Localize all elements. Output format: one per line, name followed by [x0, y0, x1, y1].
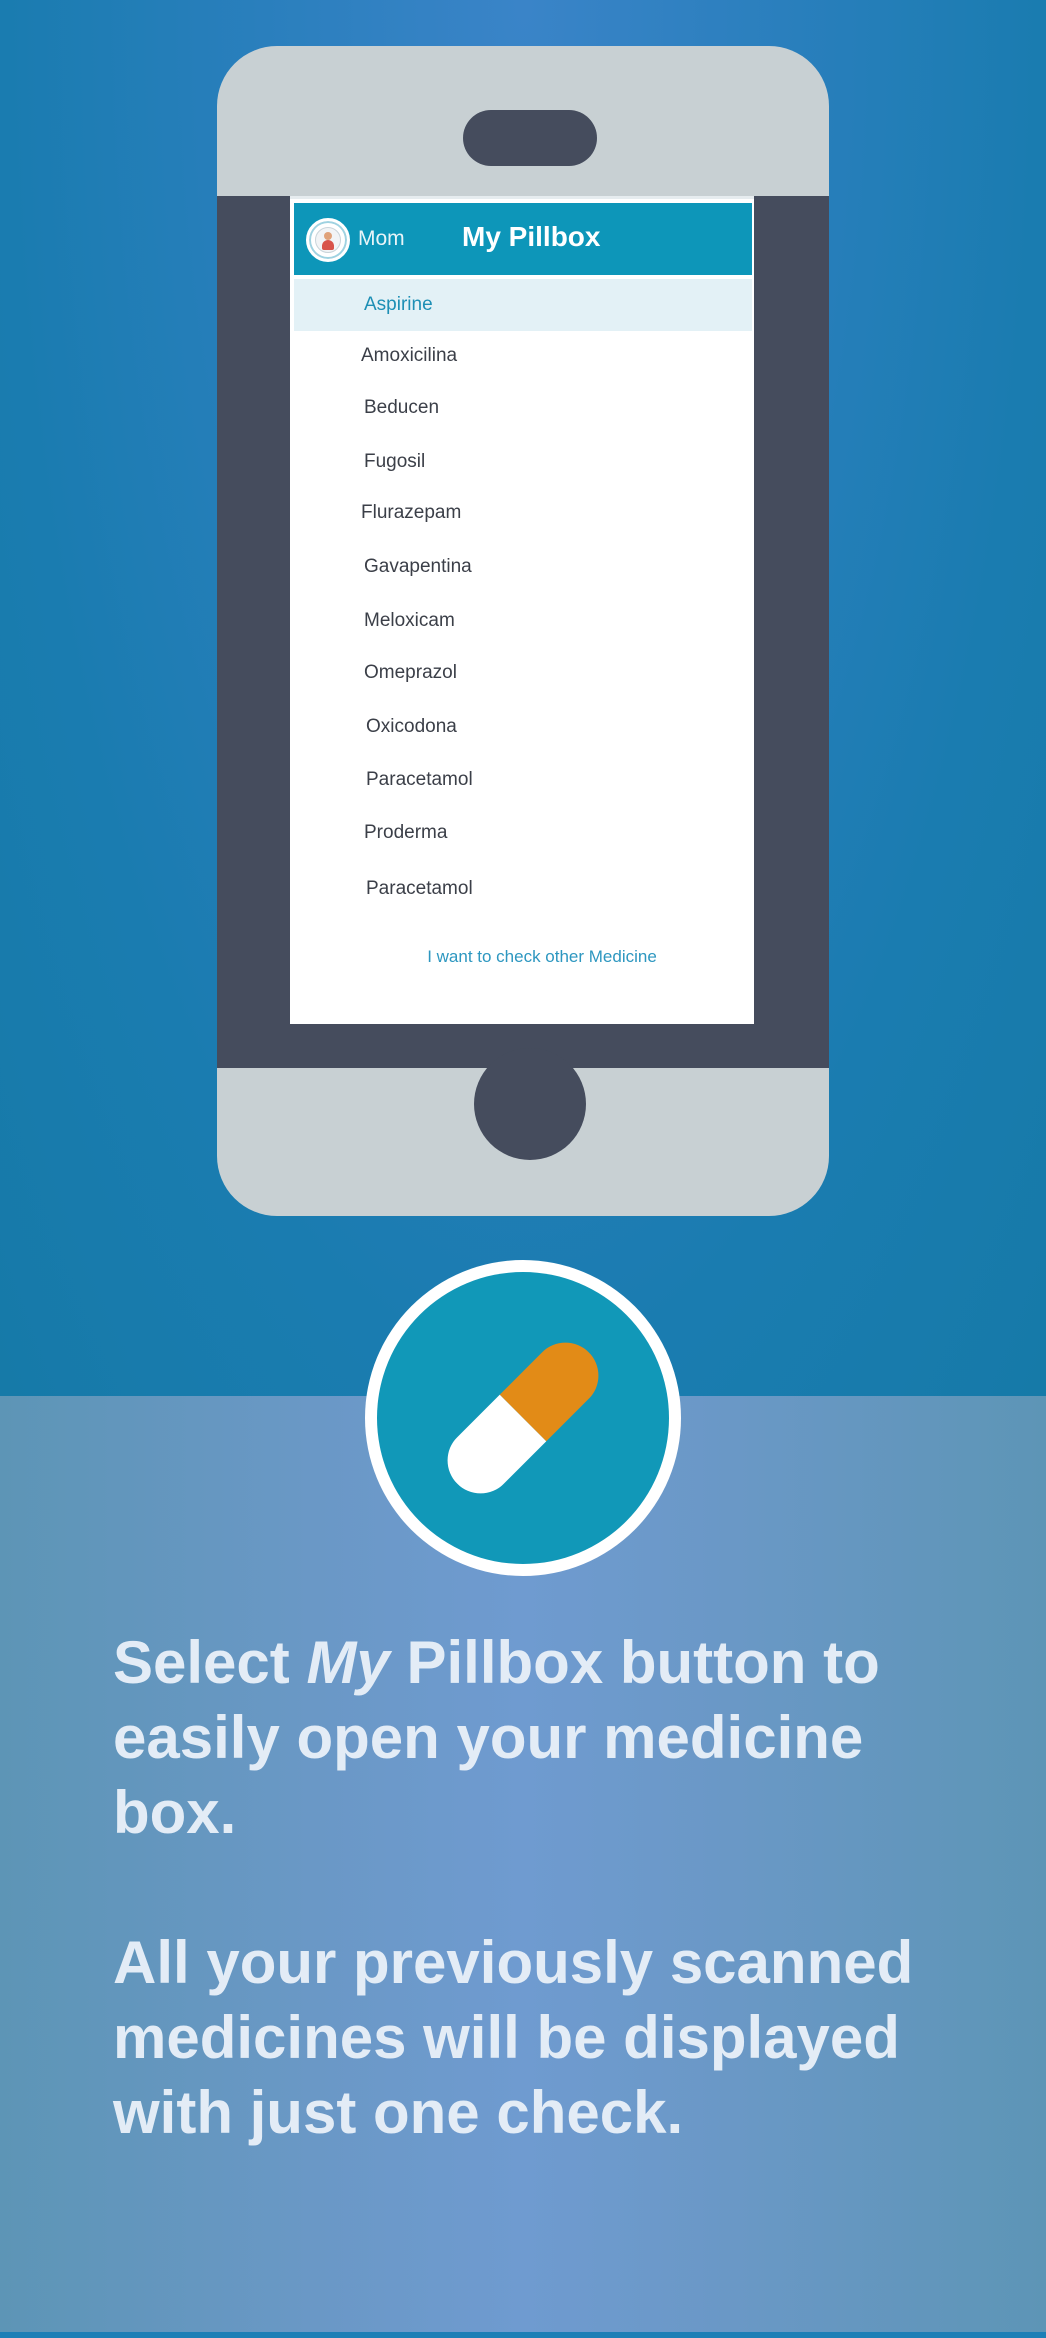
medicine-name: Paracetamol: [366, 878, 473, 899]
page-title: My Pillbox: [462, 221, 601, 252]
check-other-medicine-link[interactable]: I want to check other Medicine: [290, 947, 754, 967]
list-item[interactable]: Amoxicilina: [294, 330, 752, 382]
description-paragraph-1: Select My Pillbox button to easily open …: [113, 1625, 993, 1850]
bottom-strip: [0, 2332, 1046, 2338]
medicine-name: Paracetamol: [366, 769, 473, 790]
phone-mockup: Mom My Pillbox Aspirine Amoxicilina Bedu…: [217, 46, 829, 1216]
phone-home-button: [474, 1048, 586, 1160]
app-header: Mom My Pillbox: [294, 203, 752, 275]
medicine-name: Amoxicilina: [361, 345, 458, 366]
avatar-body: [322, 240, 334, 250]
pill-capsule-icon: [433, 1328, 613, 1508]
avatar-head: [324, 232, 332, 240]
medicine-name: Proderma: [364, 822, 448, 843]
list-item[interactable]: Paracetamol: [294, 863, 752, 915]
list-item[interactable]: Paracetamol: [294, 754, 752, 806]
description-text: Select: [113, 1629, 307, 1696]
list-item[interactable]: Gavapentina: [294, 541, 752, 593]
medicine-name: Oxicodona: [366, 716, 457, 737]
description-text: to: [806, 1629, 880, 1696]
feature-description: Select My Pillbox button to easily open …: [113, 1625, 993, 2150]
phone-speaker: [463, 110, 597, 166]
list-item[interactable]: Omeprazol: [294, 647, 752, 699]
medicine-name: Beducen: [364, 397, 440, 418]
list-item[interactable]: Flurazepam: [294, 487, 752, 539]
list-item[interactable]: Fugosil: [294, 436, 752, 488]
list-item[interactable]: Aspirine: [294, 279, 752, 331]
list-item[interactable]: Beducen: [294, 382, 752, 434]
pill-badge: [365, 1260, 681, 1576]
medicine-name: Gavapentina: [364, 556, 472, 577]
avatar-frame: [315, 227, 341, 253]
description-text: easily open your medicine box.: [113, 1704, 864, 1846]
list-item[interactable]: Meloxicam: [294, 595, 752, 647]
description-emphasis: My: [306, 1629, 390, 1696]
medicine-name: Aspirine: [364, 294, 433, 315]
list-item[interactable]: Oxicodona: [294, 701, 752, 753]
profile-name[interactable]: Mom: [358, 227, 405, 251]
badge-circle: [377, 1272, 669, 1564]
description-paragraph-2: All your previously scanned medicines wi…: [113, 1929, 914, 2146]
phone-screen: Mom My Pillbox Aspirine Amoxicilina Bedu…: [290, 196, 754, 1024]
medicine-name: Fugosil: [364, 451, 426, 472]
description-text: Pillbox button: [389, 1629, 807, 1696]
medicine-name: Omeprazol: [364, 662, 457, 683]
user-avatar-icon[interactable]: [306, 218, 350, 262]
medicine-name: Meloxicam: [364, 610, 455, 631]
medicine-name: Flurazepam: [361, 502, 462, 523]
list-item[interactable]: Proderma: [294, 807, 752, 859]
